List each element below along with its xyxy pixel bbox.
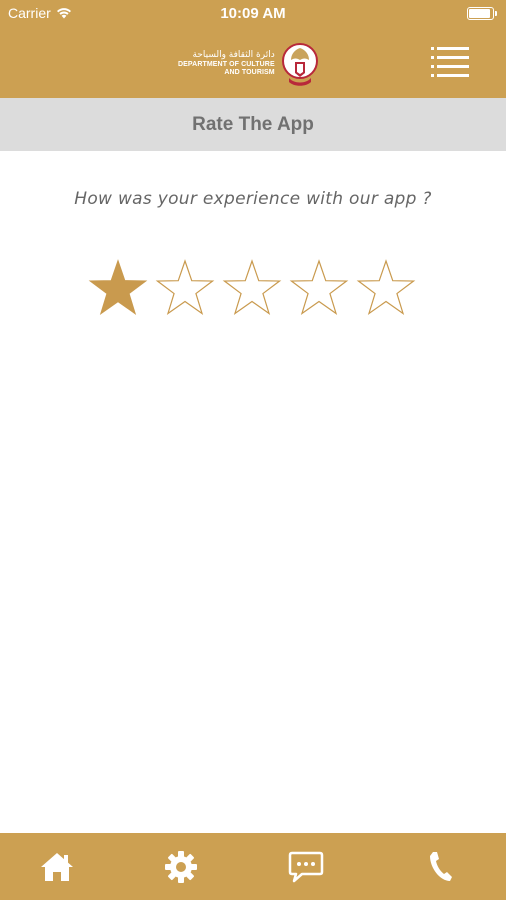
status-time: 10:09 AM: [220, 5, 286, 22]
star-outline-icon: [222, 259, 282, 315]
battery-icon: [467, 7, 497, 20]
tab-call[interactable]: [400, 833, 480, 900]
star-1[interactable]: [88, 257, 148, 319]
rating-question: How was your experience with our app ?: [74, 189, 432, 209]
logo-text: دائرة الثقافة والسياحة DEPARTMENT OF CUL…: [178, 50, 275, 76]
title-bar: Rate The App: [0, 98, 506, 151]
logo-english-line2: AND TOURISM: [224, 68, 275, 76]
logo-arabic-text: دائرة الثقافة والسياحة: [192, 50, 275, 61]
star-3[interactable]: [222, 257, 282, 319]
star-rating: [88, 257, 416, 319]
app-header: دائرة الثقافة والسياحة DEPARTMENT OF CUL…: [0, 28, 506, 98]
phone-icon: [430, 851, 452, 881]
tab-settings[interactable]: [141, 833, 221, 900]
logo-english-line1: DEPARTMENT OF CULTURE: [178, 61, 275, 69]
bottom-tab-bar: [0, 833, 506, 900]
star-filled-icon: [88, 259, 148, 315]
hamburger-menu-button[interactable]: [431, 44, 469, 78]
star-outline-icon: [356, 259, 416, 315]
home-icon: [41, 852, 73, 881]
falcon-emblem-icon: [281, 43, 318, 86]
star-5[interactable]: [356, 257, 416, 319]
star-2[interactable]: [155, 257, 215, 319]
status-bar: Carrier 10:09 AM: [0, 0, 506, 28]
dct-logo: دائرة الثقافة والسياحة DEPARTMENT OF CUL…: [178, 40, 319, 88]
chat-bubble-icon: [288, 851, 324, 882]
hamburger-menu-icon: [431, 47, 469, 77]
settings-gear-icon: [165, 850, 197, 883]
tab-messages[interactable]: [266, 833, 346, 900]
star-outline-icon: [155, 259, 215, 315]
star-4[interactable]: [289, 257, 349, 319]
tab-home[interactable]: [17, 833, 97, 900]
page-title: Rate The App: [192, 113, 314, 135]
star-outline-icon: [289, 259, 349, 315]
